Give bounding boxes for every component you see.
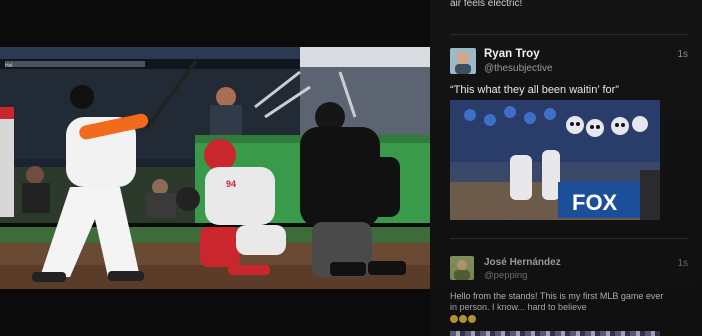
live-video-player[interactable]: Hel 94: [0, 47, 430, 289]
post-text: “This what they all been waitin’ for”: [450, 84, 619, 96]
post-text-content: Hello from the stands! This is my first …: [450, 291, 664, 312]
scoreboard-text: Hel: [5, 63, 13, 69]
feed-post[interactable]: José Hernández @pepping 1s Hello from th…: [450, 256, 688, 336]
post-timestamp: 1s: [677, 258, 688, 269]
post-author-handle[interactable]: @pepping: [484, 270, 527, 281]
fox-logo-text: FOX: [572, 190, 618, 215]
baseball-video-frame: Hel 94: [0, 47, 430, 289]
previous-post-text: air feels electric!: [450, 0, 523, 9]
feed-divider: [450, 238, 688, 239]
feed-post[interactable]: Ryan Troy @thesubjective 1s “This what t…: [450, 48, 688, 228]
post-timestamp: 1s: [677, 49, 688, 60]
avatar[interactable]: [450, 48, 476, 74]
smile-emoji-icon: [450, 314, 458, 323]
next-post-photo-peek: [450, 331, 660, 336]
smile-emoji-icon: [468, 314, 476, 323]
avatar[interactable]: [450, 256, 474, 280]
catcher-jersey-number: 94: [226, 179, 236, 189]
post-author-name[interactable]: Ryan Troy: [484, 48, 540, 60]
social-feed-panel[interactable]: air feels electric! Ryan Troy @thesubjec…: [430, 0, 702, 336]
feed-divider: [450, 34, 688, 35]
post-author-handle[interactable]: @thesubjective: [484, 63, 553, 74]
post-photo[interactable]: FOX: [450, 100, 660, 220]
post-text: Hello from the stands! This is my first …: [450, 291, 665, 324]
post-author-name[interactable]: José Hernández: [484, 257, 561, 268]
smile-emoji-icon: [459, 314, 467, 323]
